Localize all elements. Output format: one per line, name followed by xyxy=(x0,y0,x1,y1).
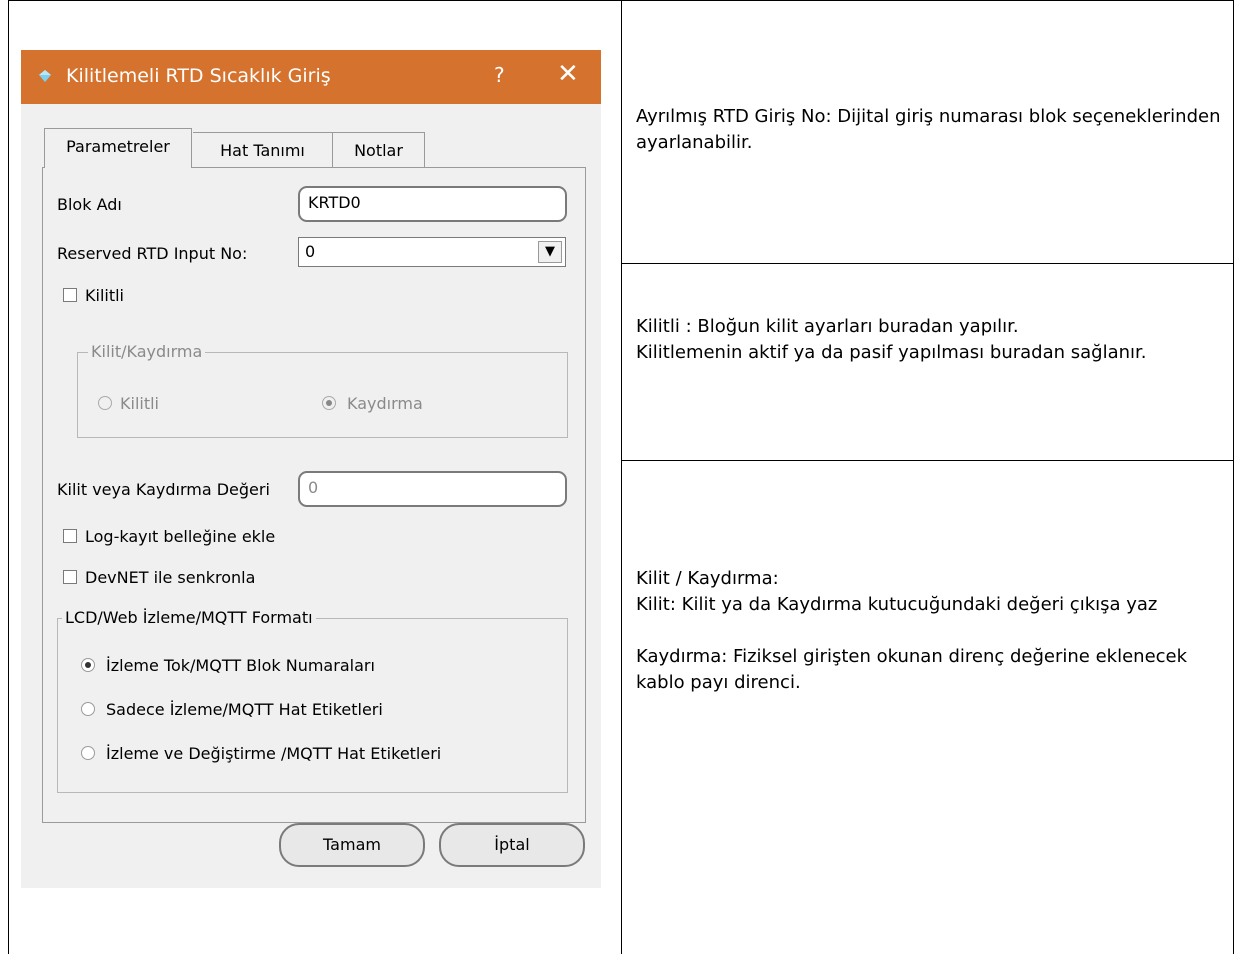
devnet-checkbox-label: DevNET ile senkronla xyxy=(85,568,256,587)
radio-format-block-numbers-label: İzleme Tok/MQTT Blok Numaraları xyxy=(106,656,375,675)
radio-format-block-numbers[interactable] xyxy=(81,658,95,672)
note-lock-desc: Kilit: Kilit ya da Kaydırma kutucuğundak… xyxy=(636,594,1158,615)
note-locked: Kilitli : Bloğun kilit ayarları buradan … xyxy=(636,314,1226,366)
note-rtd-input: Ayrılmış RTD Giriş No: Dijital giriş num… xyxy=(636,104,1226,156)
lock-shift-group-title: Kilit/Kaydırma xyxy=(88,342,206,361)
rtd-input-value: 0 xyxy=(305,242,316,261)
devnet-checkbox[interactable] xyxy=(63,570,77,584)
log-checkbox[interactable] xyxy=(63,529,77,543)
rtd-input-select[interactable]: 0 ▼ xyxy=(298,237,566,267)
note-lock-shift-heading: Kilit / Kaydırma: xyxy=(636,568,779,589)
chevron-down-icon[interactable]: ▼ xyxy=(538,241,562,263)
dialog-titlebar[interactable]: Kilitlemeli RTD Sıcaklık Giriş ? ✕ xyxy=(21,50,601,104)
help-button[interactable]: ? xyxy=(494,63,505,87)
tab-parameters[interactable]: Parametreler xyxy=(44,128,192,168)
radio-format-edit-labels-label: İzleme ve Değiştirme /MQTT Hat Etiketler… xyxy=(106,744,442,763)
radio-shift-label: Kaydırma xyxy=(347,394,423,413)
note-shift-desc: Kaydırma: Fiziksel girişten okunan diren… xyxy=(636,646,1188,693)
note-rtd-input-text: Ayrılmış RTD Giriş No: Dijital giriş num… xyxy=(636,106,1221,153)
format-group-title: LCD/Web İzleme/MQTT Formatı xyxy=(62,608,316,627)
radio-format-line-labels[interactable] xyxy=(81,702,95,716)
locked-checkbox[interactable] xyxy=(63,288,77,302)
radio-locked[interactable] xyxy=(98,396,112,410)
row-divider-2 xyxy=(622,460,1234,461)
log-checkbox-label: Log-kayıt belleğine ekle xyxy=(85,527,276,546)
radio-locked-label: Kilitli xyxy=(120,394,159,413)
lock-value-label: Kilit veya Kaydırma Değeri xyxy=(57,480,270,499)
dialog-title: Kilitlemeli RTD Sıcaklık Giriş xyxy=(66,65,331,87)
note-locked-line-1: Kilitli : Bloğun kilit ayarları buradan … xyxy=(636,316,1019,337)
row-divider-1 xyxy=(622,263,1234,264)
tab-line-definition[interactable]: Hat Tanımı xyxy=(193,132,333,168)
lock-value-placeholder: 0 xyxy=(308,478,319,497)
radio-format-line-labels-label: Sadece İzleme/MQTT Hat Etiketleri xyxy=(106,700,383,719)
radio-shift[interactable] xyxy=(322,396,336,410)
block-name-label: Blok Adı xyxy=(57,195,122,214)
rtd-input-label: Reserved RTD Input No: xyxy=(57,244,248,263)
column-divider xyxy=(621,0,622,954)
tab-notes[interactable]: Notlar xyxy=(333,132,425,168)
close-button[interactable]: ✕ xyxy=(557,59,579,89)
note-lock-shift: Kilit / Kaydırma: Kilit: Kilit ya da Kay… xyxy=(636,566,1226,696)
radio-format-edit-labels[interactable] xyxy=(81,746,95,760)
locked-checkbox-label: Kilitli xyxy=(85,286,124,305)
app-icon xyxy=(39,70,51,82)
note-locked-line-2: Kilitlemenin aktif ya da pasif yapılması… xyxy=(636,342,1147,363)
lock-value-input[interactable]: 0 xyxy=(298,471,567,507)
cancel-button[interactable]: İptal xyxy=(439,823,585,867)
ok-button[interactable]: Tamam xyxy=(279,823,425,867)
block-name-input[interactable]: KRTD0 xyxy=(298,186,567,222)
rtd-settings-dialog: Kilitlemeli RTD Sıcaklık Giriş ? ✕ Param… xyxy=(21,50,601,888)
